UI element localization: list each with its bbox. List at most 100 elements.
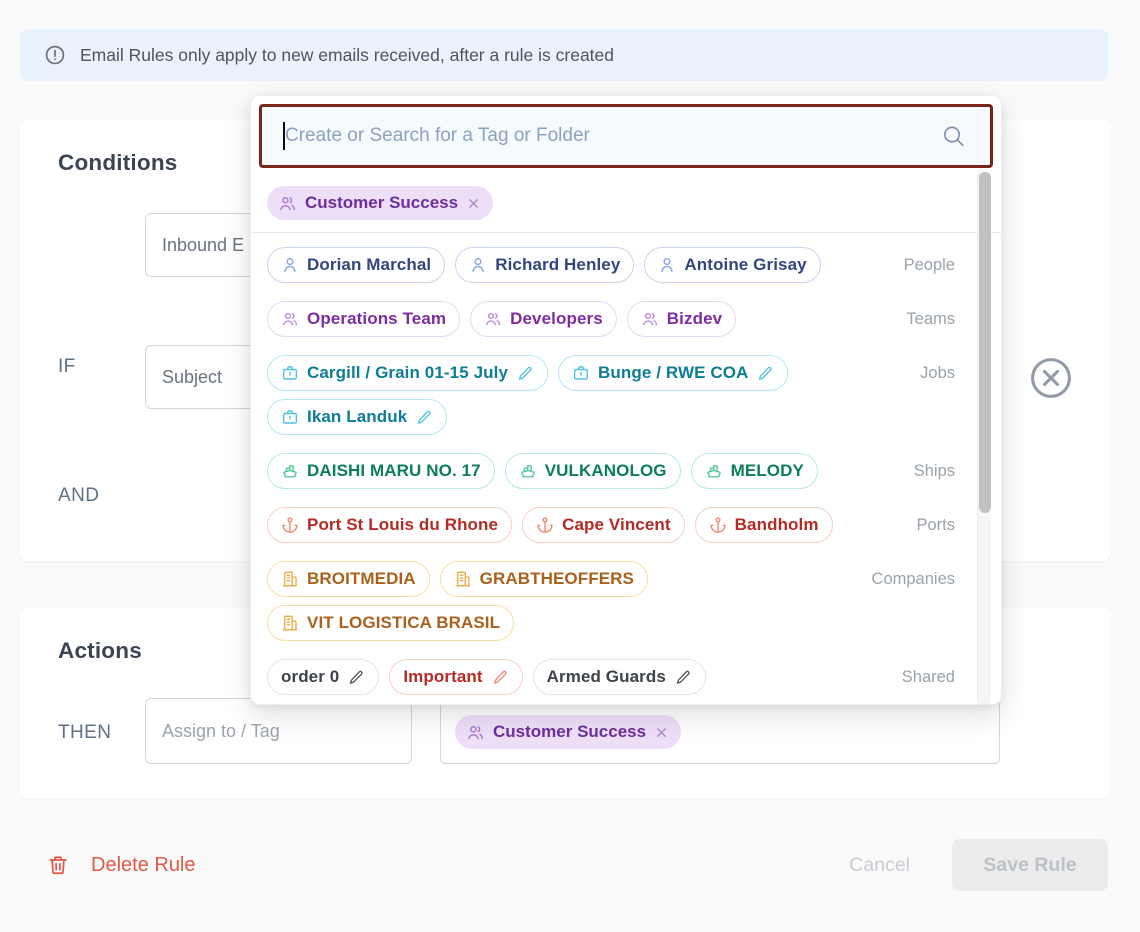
tag-option-label: Armed Guards — [547, 667, 666, 687]
tag-search-input[interactable] — [262, 107, 990, 165]
category-label: Companies — [872, 570, 955, 589]
tag-option-pill[interactable]: Bandholm — [695, 507, 833, 543]
text-caret — [283, 122, 285, 150]
search-icon — [941, 124, 966, 149]
tag-option-pill[interactable]: DAISHI MARU NO. 17 — [267, 453, 495, 489]
tag-option-pill[interactable]: Cape Vincent — [522, 507, 685, 543]
tag-option-pill[interactable]: Richard Henley — [455, 247, 634, 283]
tag-option-pill[interactable]: Antoine Grisay — [644, 247, 820, 283]
tag-option-label: Port St Louis du Rhone — [307, 515, 498, 535]
tag-option-pill[interactable]: Port St Louis du Rhone — [267, 507, 512, 543]
building-icon — [454, 570, 472, 588]
and-label: AND — [58, 485, 99, 507]
category-label: Jobs — [920, 364, 955, 383]
tag-option-pill[interactable]: Bizdev — [627, 301, 736, 337]
category-label: People — [904, 256, 955, 275]
people-icon — [281, 310, 299, 328]
remove-tag-icon[interactable] — [654, 725, 669, 740]
alert-circle-icon — [44, 44, 66, 66]
edit-pencil-icon[interactable] — [517, 365, 534, 382]
tag-option-label: Antoine Grisay — [684, 255, 806, 275]
save-rule-button[interactable]: Save Rule — [952, 839, 1108, 891]
edit-pencil-icon[interactable] — [757, 365, 774, 382]
delete-rule-label: Delete Rule — [91, 854, 196, 877]
edit-pencil-icon[interactable] — [492, 669, 509, 686]
tag-option-pill[interactable]: Bunge / RWE COA — [558, 355, 788, 391]
edit-pencil-icon[interactable] — [348, 669, 365, 686]
scrollbar-track[interactable] — [977, 169, 991, 705]
tag-option-label: MELODY — [731, 461, 804, 481]
building-icon — [281, 614, 299, 632]
info-banner: Email Rules only apply to new emails rec… — [20, 29, 1108, 81]
selected-tags-row: Customer Success — [251, 176, 1001, 233]
tag-option-pill[interactable]: Dorian Marchal — [267, 247, 445, 283]
tag-option-pill[interactable]: GRABTHEOFFERS — [440, 561, 648, 597]
then-label: THEN — [58, 722, 111, 744]
tag-option-label: VULKANOLOG — [545, 461, 667, 481]
selected-tag-customer-success[interactable]: Customer Success — [267, 186, 493, 220]
edit-pencil-icon[interactable] — [675, 669, 692, 686]
tag-option-label: Richard Henley — [495, 255, 620, 275]
tag-option-label: Cargill / Grain 01-15 July — [307, 363, 508, 383]
assign-tag-input[interactable] — [145, 698, 412, 764]
anchor-icon — [281, 516, 299, 534]
if-label: IF — [58, 356, 76, 378]
tag-option-label: Bizdev — [667, 309, 722, 329]
tag-option-pill[interactable]: Ikan Landuk — [267, 399, 447, 435]
conditions-title: Conditions — [58, 150, 177, 176]
selected-tag-label: Customer Success — [305, 193, 458, 213]
tag-search-box — [259, 104, 993, 168]
remove-condition-button[interactable] — [1028, 355, 1074, 401]
tag-option-pill[interactable]: VIT LOGISTICA BRASIL — [267, 605, 514, 641]
person-icon — [281, 256, 299, 274]
tag-option-pill[interactable]: Operations Team — [267, 301, 460, 337]
person-icon — [469, 256, 487, 274]
assigned-tag-customer-success[interactable]: Customer Success — [455, 715, 681, 749]
tag-group-ships: DAISHI MARU NO. 17 VULKANOLOG MELODY Ships — [267, 453, 985, 489]
tag-option-label: BROITMEDIA — [307, 569, 416, 589]
tag-option-pill[interactable]: Armed Guards — [533, 659, 706, 695]
tag-option-pill[interactable]: MELODY — [691, 453, 818, 489]
tag-option-label: Bunge / RWE COA — [598, 363, 748, 383]
briefcase-icon — [281, 364, 299, 382]
assigned-tags-field[interactable]: Customer Success — [440, 700, 1000, 764]
tag-option-label: Important — [403, 667, 482, 687]
delete-rule-button[interactable]: Delete Rule — [47, 854, 196, 877]
tag-group-jobs: Cargill / Grain 01-15 July Bunge / RWE CO… — [267, 355, 985, 435]
tag-option-label: Developers — [510, 309, 603, 329]
tag-option-label: Ikan Landuk — [307, 407, 407, 427]
trash-icon — [47, 854, 69, 876]
ship-icon — [705, 462, 723, 480]
tag-option-pill[interactable]: Important — [389, 659, 522, 695]
tag-option-pill[interactable]: VULKANOLOG — [505, 453, 681, 489]
building-icon — [281, 570, 299, 588]
briefcase-icon — [281, 408, 299, 426]
people-icon — [278, 194, 297, 213]
scrollbar-thumb[interactable] — [979, 172, 991, 513]
assigned-tag-label: Customer Success — [493, 722, 646, 742]
edit-pencil-icon[interactable] — [416, 409, 433, 426]
tag-search-dropdown: Customer Success Dorian Marchal Richard H… — [250, 95, 1002, 705]
cancel-button[interactable]: Cancel — [849, 854, 910, 877]
ship-icon — [281, 462, 299, 480]
tag-option-pill[interactable]: BROITMEDIA — [267, 561, 430, 597]
category-label: Ships — [914, 462, 955, 481]
person-icon — [658, 256, 676, 274]
anchor-icon — [536, 516, 554, 534]
banner-text: Email Rules only apply to new emails rec… — [80, 45, 614, 66]
category-label: Shared — [902, 668, 955, 687]
tag-option-pill[interactable]: Cargill / Grain 01-15 July — [267, 355, 548, 391]
briefcase-icon — [572, 364, 590, 382]
tag-option-pill[interactable]: order 0 — [267, 659, 379, 695]
tag-option-label: Dorian Marchal — [307, 255, 431, 275]
people-icon — [641, 310, 659, 328]
remove-selected-tag-icon[interactable] — [466, 196, 481, 211]
tag-option-pill[interactable]: Developers — [470, 301, 617, 337]
tag-option-label: VIT LOGISTICA BRASIL — [307, 613, 500, 633]
people-icon — [466, 723, 485, 742]
category-label: Ports — [916, 516, 955, 535]
modal-footer: Delete Rule Cancel Save Rule — [0, 798, 1140, 932]
tag-option-label: order 0 — [281, 667, 339, 687]
tag-option-label: GRABTHEOFFERS — [480, 569, 634, 589]
tag-group-ports: Port St Louis du Rhone Cape Vincent Bandho… — [267, 507, 985, 543]
